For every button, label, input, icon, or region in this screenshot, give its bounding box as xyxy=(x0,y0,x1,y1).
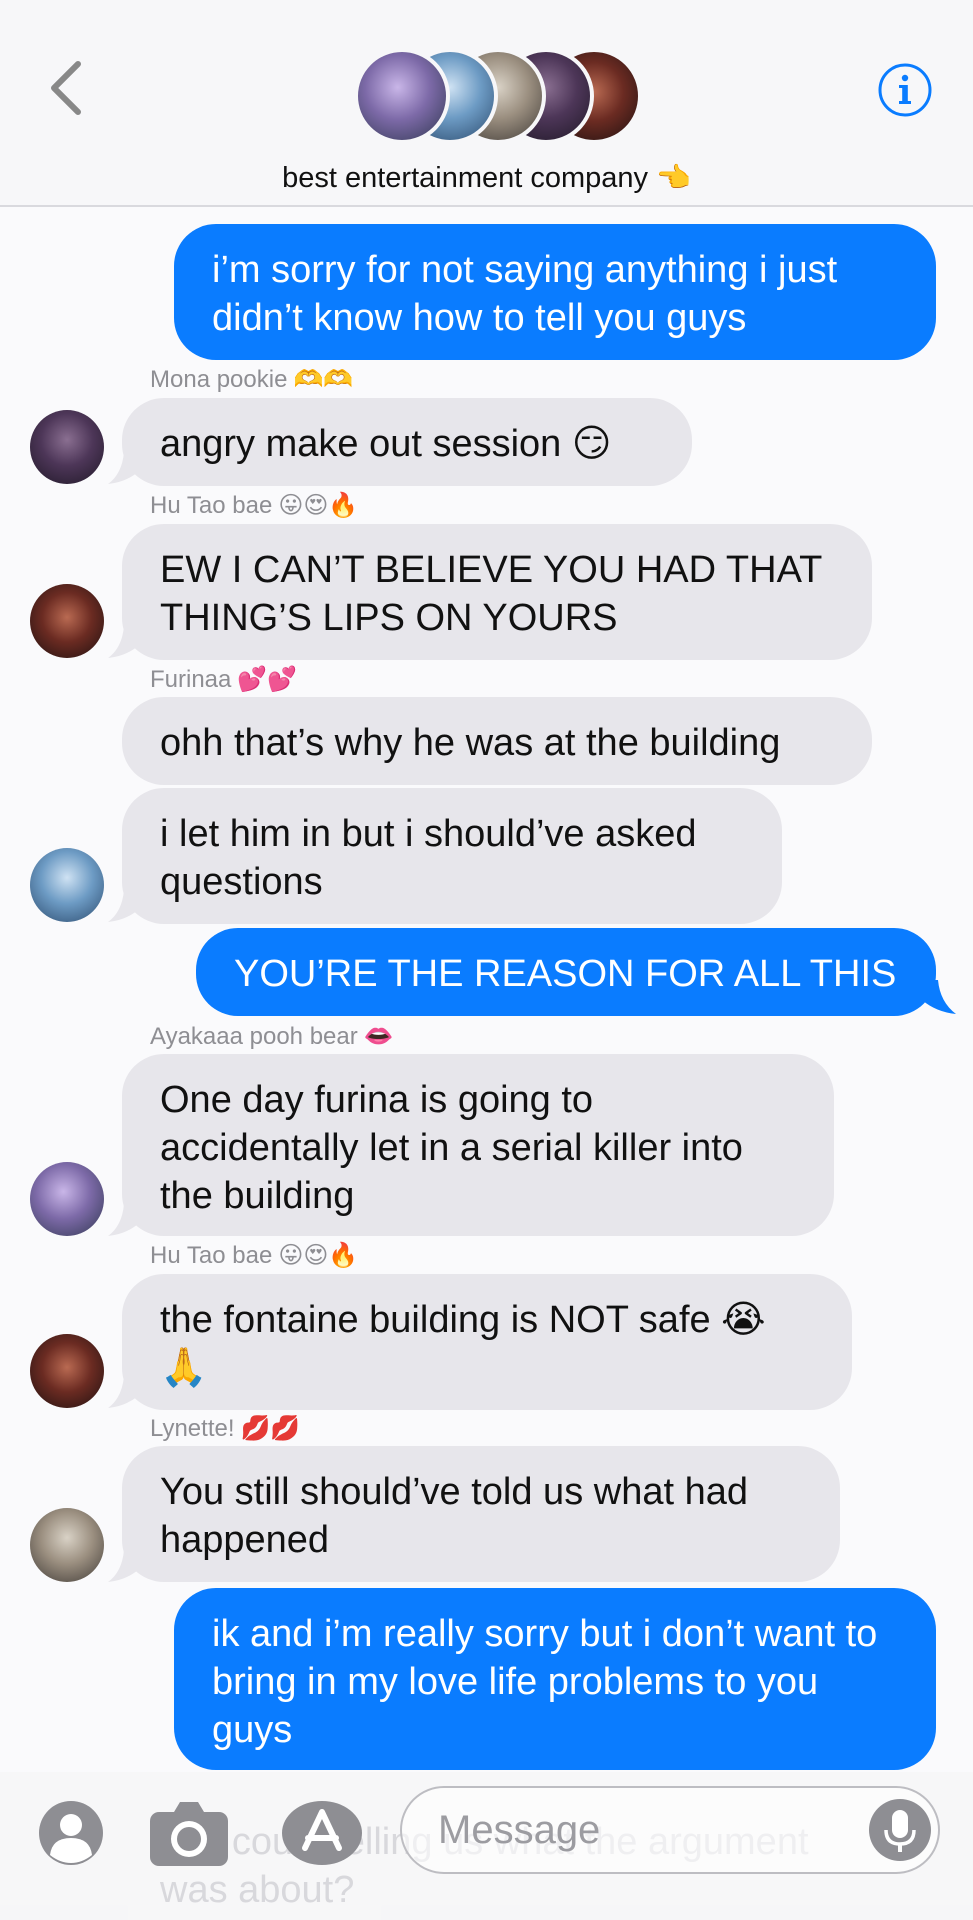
message-input[interactable]: Message xyxy=(400,1786,940,1874)
message-bubble-outgoing[interactable]: ik and i’m really sorry but i don’t want… xyxy=(174,1588,936,1770)
group-title[interactable]: best entertainment company 👈 xyxy=(0,164,973,193)
message-bubble-outgoing[interactable]: i’m sorry for not saying anything i just… xyxy=(174,224,936,360)
group-emoji: 👈 xyxy=(656,162,691,193)
group-avatars[interactable] xyxy=(354,48,654,152)
sender-label: Hu Tao bae 😛😍🔥 xyxy=(150,1244,358,1268)
avatar-ayaka xyxy=(354,48,450,144)
message-bubble-incoming[interactable]: the fontaine building is NOT safe 😭 🙏 xyxy=(122,1274,852,1410)
camera-icon[interactable] xyxy=(148,1798,230,1868)
sender-name: Ayakaaa pooh bear xyxy=(150,1023,358,1050)
message-bubble-incoming[interactable]: angry make out session 😏 xyxy=(122,398,692,486)
sender-emoji: 😛😍🔥 xyxy=(278,492,359,519)
contact-icon[interactable] xyxy=(38,1800,104,1866)
sender-emoji: 💋💋 xyxy=(240,1415,301,1442)
conversation-header: best entertainment company 👈 xyxy=(0,0,973,207)
message-bubble-incoming[interactable]: One day furina is going to accidentally … xyxy=(122,1054,834,1236)
sender-emoji: 😛😍🔥 xyxy=(278,1242,359,1269)
avatar-hutao[interactable] xyxy=(30,584,104,658)
message-bubble-incoming[interactable]: ohh that’s why he was at the building xyxy=(122,697,872,785)
sender-name: Hu Tao bae xyxy=(150,1242,273,1269)
avatar-mona[interactable] xyxy=(30,410,104,484)
sender-label: Ayakaaa pooh bear 👄 xyxy=(150,1025,394,1049)
sender-emoji: 🫶🫶 xyxy=(293,366,354,393)
message-placeholder: Message xyxy=(438,1808,601,1852)
sender-label: Furinaa 💕💕 xyxy=(150,668,297,692)
message-bubble-incoming[interactable]: You still should’ve told us what had hap… xyxy=(122,1446,840,1582)
sender-name: Lynette! xyxy=(150,1415,235,1442)
group-name-text: best entertainment company xyxy=(282,162,649,194)
microphone-icon[interactable] xyxy=(868,1798,932,1862)
sender-label: Lynette! 💋💋 xyxy=(150,1417,300,1441)
avatar-furina[interactable] xyxy=(30,848,104,922)
message-bubble-incoming[interactable]: i let him in but i should’ve asked quest… xyxy=(122,788,782,924)
avatar-lynette[interactable] xyxy=(30,1508,104,1582)
sender-name: Furinaa xyxy=(150,666,232,693)
avatar-ayaka[interactable] xyxy=(30,1162,104,1236)
sender-label: Hu Tao bae 😛😍🔥 xyxy=(150,494,358,518)
sender-emoji: 👄 xyxy=(363,1023,394,1050)
avatar-hutao[interactable] xyxy=(30,1334,104,1408)
chevron-left-icon[interactable] xyxy=(44,58,90,118)
sender-label: Mona pookie 🫶🫶 xyxy=(150,368,353,392)
sender-name: Mona pookie xyxy=(150,366,288,393)
info-icon[interactable] xyxy=(877,62,933,118)
sender-name: Hu Tao bae xyxy=(150,492,273,519)
sender-emoji: 💕💕 xyxy=(237,666,298,693)
app-store-icon[interactable] xyxy=(280,1800,364,1866)
message-bubble-outgoing[interactable]: YOU’RE THE REASON FOR ALL THIS xyxy=(196,928,936,1016)
message-bubble-incoming[interactable]: EW I CAN’T BELIEVE YOU HAD THAT THING’S … xyxy=(122,524,872,660)
